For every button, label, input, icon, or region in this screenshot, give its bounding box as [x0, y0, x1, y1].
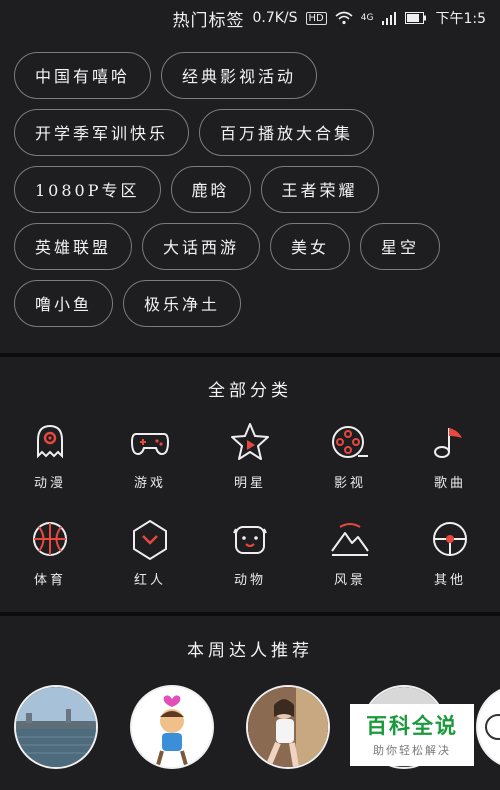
section-divider [0, 353, 500, 357]
tag-chip[interactable]: 大话西游 [142, 223, 261, 270]
tag-chip[interactable]: 极乐净土 [123, 280, 242, 327]
category-label: 体育 [33, 573, 66, 588]
section-divider [0, 612, 500, 616]
category-label: 歌曲 [433, 476, 466, 491]
category-label: 其他 [433, 573, 466, 588]
network-type: 4G [360, 13, 374, 23]
tag-chip[interactable]: 美女 [270, 223, 351, 270]
category-scenery[interactable]: 风景 [300, 517, 400, 588]
status-title: 热门标签 [172, 10, 245, 31]
red-person-icon [133, 519, 167, 561]
girl-photo-image [248, 687, 328, 767]
avatar[interactable] [14, 685, 98, 769]
tag-chip[interactable]: 英雄联盟 [14, 223, 133, 270]
category-label: 动漫 [33, 476, 66, 491]
animal-face-icon [233, 526, 267, 554]
category-celebrity[interactable]: 红人 [100, 517, 200, 588]
battery-icon [405, 12, 427, 24]
category-song[interactable]: 歌曲 [400, 420, 500, 491]
clock: 下午1:5 [435, 11, 486, 27]
category-sports[interactable]: 体育 [0, 517, 100, 588]
category-label: 游戏 [133, 476, 166, 491]
ghost-icon [37, 424, 63, 459]
hot-tags: 中国有嘻哈 经典影视活动 开学季军训快乐 百万播放大合集 1080P专区 鹿晗 … [14, 52, 494, 327]
watermark-logo: 百科全说 助你轻松解决 [350, 704, 474, 766]
tag-chip[interactable]: 噜小鱼 [14, 280, 114, 327]
category-label: 动物 [233, 573, 266, 588]
category-game[interactable]: 游戏 [100, 420, 200, 491]
wifi-icon [335, 11, 353, 25]
star-icon [231, 423, 269, 460]
network-speed: 0.7K/S [252, 10, 298, 26]
tag-chip[interactable]: 开学季军训快乐 [14, 109, 190, 156]
category-grid: 动漫 游戏 明星 影视 歌曲 体育 红人 动物 风景 其他 [0, 420, 500, 588]
gamepad-icon [130, 433, 170, 456]
status-bar: 热门标签 0.7K/S HD 4G 下午1:5 [0, 0, 500, 36]
hd-badge: HD [305, 11, 327, 25]
watermark-title: 百科全说 [366, 714, 458, 738]
category-other[interactable]: 其他 [400, 517, 500, 588]
music-note-icon [434, 428, 462, 458]
film-reel-icon [332, 426, 368, 458]
basketball-icon [33, 522, 67, 556]
mountain-icon [331, 523, 369, 556]
cartoon-image [478, 687, 500, 767]
avatar[interactable] [246, 685, 330, 769]
category-label: 风景 [333, 573, 366, 588]
recommend-title: 本周达人推荐 [187, 641, 313, 661]
signal-icon [382, 12, 397, 25]
cartoon-boy-image [132, 687, 212, 767]
avatar[interactable] [130, 685, 214, 769]
category-anime[interactable]: 动漫 [0, 420, 100, 491]
category-label: 影视 [333, 476, 366, 491]
categories-title: 全部分类 [208, 381, 292, 401]
tag-chip[interactable]: 中国有嘻哈 [14, 52, 152, 99]
avatar[interactable] [476, 685, 500, 769]
tag-chip[interactable]: 鹿晗 [170, 166, 251, 213]
category-film[interactable]: 影视 [300, 420, 400, 491]
tag-chip[interactable]: 王者荣耀 [260, 166, 379, 213]
watermark-subtitle: 助你轻松解决 [373, 744, 451, 757]
category-animal[interactable]: 动物 [200, 517, 300, 588]
tag-chip[interactable]: 经典影视活动 [161, 52, 318, 99]
category-label: 明星 [233, 476, 266, 491]
lake-city-image [16, 687, 96, 767]
category-star[interactable]: 明星 [200, 420, 300, 491]
tag-chip[interactable]: 百万播放大合集 [199, 109, 375, 156]
other-icon [433, 522, 467, 556]
tag-chip[interactable]: 星空 [360, 223, 441, 270]
tag-chip[interactable]: 1080P专区 [14, 166, 161, 213]
category-label: 红人 [133, 573, 166, 588]
